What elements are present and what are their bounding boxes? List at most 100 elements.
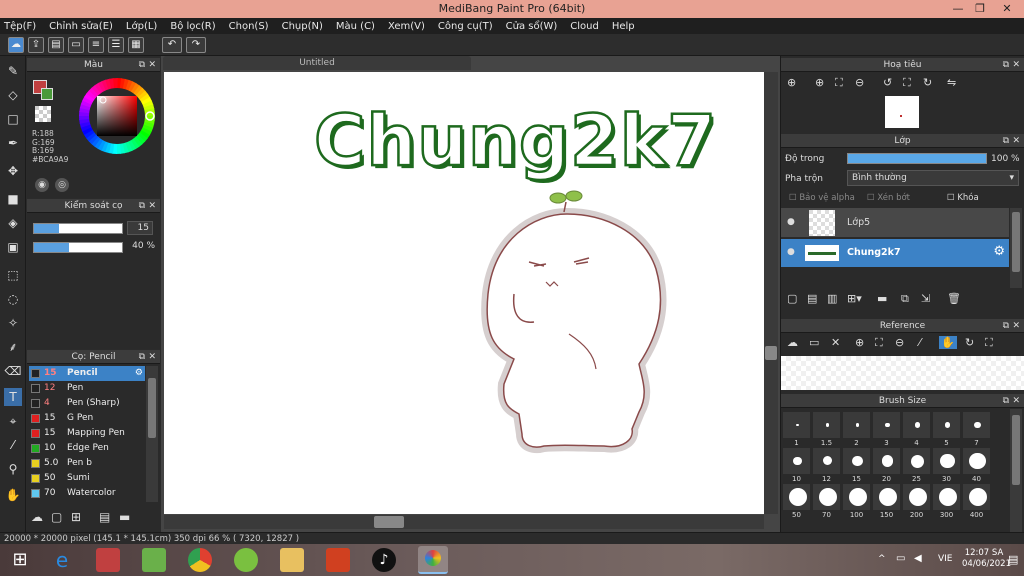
new-brush-icon[interactable]: ▢ [51,510,62,524]
transparent-swatch[interactable] [35,106,51,122]
fit-icon[interactable]: ⛶ [835,76,843,90]
gear-icon[interactable]: ⚙ [993,244,1005,259]
layers-app-icon[interactable] [142,548,166,572]
select-eraser-icon[interactable]: ⌫ [4,362,22,380]
visibility-icon[interactable]: ● [787,247,795,257]
canvas-vertical-scrollbar[interactable] [764,72,778,514]
close-panel-icon[interactable]: ✕ [1012,134,1020,148]
brush-size-cell[interactable] [962,411,991,439]
color-wheel[interactable] [75,74,159,158]
size-slider[interactable] [33,223,123,234]
select-pen-icon[interactable]: ⸙ [4,338,22,356]
brush-item[interactable]: 15 G Pen [29,411,145,426]
brush-item[interactable]: 4 Pen (Sharp) [29,396,145,411]
fit-icon[interactable]: ⛶ [875,336,883,350]
menu-window[interactable]: Cửa sổ(W) [506,21,558,32]
menu-filter[interactable]: Bộ lọc(R) [170,21,215,32]
close-panel-icon[interactable]: ✕ [148,350,156,364]
brush-size-cell[interactable] [932,411,961,439]
duplicate-icon[interactable]: ⧉ [901,292,909,306]
reset-icon[interactable]: ⛶ [985,336,993,350]
close-panel-icon[interactable]: ✕ [148,58,156,72]
reference-view[interactable] [781,356,1024,390]
cloud-icon[interactable]: ☁ [8,37,24,53]
notification-icon[interactable]: ▤ [1008,553,1018,566]
zoom-plus-icon[interactable]: ⊕ [815,76,824,89]
layer-row[interactable]: ● Lớp5 [781,208,1009,238]
merge-icon[interactable]: ⇲ [921,292,930,305]
cloud-icon[interactable]: ☁ [787,336,798,349]
medibang-taskbar-icon[interactable] [418,546,448,574]
menu-edit[interactable]: Chỉnh sửa(E) [49,21,113,32]
brush-size-cell[interactable] [812,483,841,511]
brush-size-cell[interactable] [842,447,871,475]
tray-chevron-icon[interactable]: ^ [878,554,886,564]
palette-add-icon[interactable]: ◎ [55,178,69,192]
close-panel-icon[interactable]: ✕ [1012,58,1020,72]
clipping-checkbox[interactable]: ☐ [867,193,877,203]
visibility-icon[interactable]: ● [787,217,795,227]
comment-icon[interactable]: ▤ [48,37,64,53]
doc-icon[interactable]: ≡ [88,37,104,53]
layer-opacity-slider[interactable] [847,153,987,164]
select-rect-icon[interactable]: ⬚ [4,266,22,284]
text-tool-icon[interactable]: T [4,388,22,406]
redo-icon[interactable]: ↷ [186,37,206,53]
close-panel-icon[interactable]: ✕ [148,199,156,213]
menu-color[interactable]: Màu (C) [336,21,375,32]
move-tool-icon[interactable]: ✥ [4,162,22,180]
page-icon[interactable]: ▭ [68,37,84,53]
bucket-tool-icon[interactable]: ◈ [4,214,22,232]
gear-icon[interactable]: ⚙ [135,366,143,381]
float-icon[interactable]: ⧉ [139,199,145,213]
brush-item[interactable]: 12 Pen [29,381,145,396]
shape-tool-icon[interactable]: □ [4,110,22,128]
float-icon[interactable]: ⧉ [1003,58,1009,72]
zoom-out-icon[interactable]: ⊖ [895,336,904,349]
rotate-left-icon[interactable]: ↺ [883,76,892,89]
brush-size-cell[interactable] [782,483,811,511]
opacity-slider[interactable] [33,242,123,253]
navigator-preview[interactable] [885,96,919,128]
lock-checkbox[interactable]: ☐ [947,193,957,203]
eraser-tool-icon[interactable]: ◇ [4,86,22,104]
float-icon[interactable]: ⧉ [1003,394,1009,408]
pen-tool-icon[interactable]: ✒ [4,134,22,152]
brush-item[interactable]: 5.0 Pen b [29,456,145,471]
language-indicator[interactable]: VIE [938,554,953,564]
close-icon[interactable]: ✕ [831,336,840,349]
brush-size-cell[interactable] [812,447,841,475]
hand-icon[interactable]: ✋ [939,336,957,349]
brush-size-cell[interactable] [872,483,901,511]
add-brush-icon[interactable]: ⊞ [71,510,81,524]
fill-rect-tool-icon[interactable]: ■ [4,190,22,208]
share-icon[interactable]: ⇪ [28,37,44,53]
windows-start-icon[interactable]: ⊞ [8,548,32,572]
undo-icon[interactable]: ↶ [162,37,182,53]
volume-icon[interactable]: ◀ [914,553,922,564]
new-layer-8bit-icon[interactable]: ▤ [807,292,817,305]
brush-size-cell[interactable] [842,483,871,511]
reset-icon[interactable]: ⛶ [903,76,911,90]
brush-size-cell[interactable] [932,447,961,475]
coccoc-icon[interactable] [234,548,258,572]
brush-size-cell[interactable] [962,483,991,511]
new-layer-icon[interactable]: ▢ [787,292,797,305]
rotate-right-icon[interactable]: ↻ [923,76,932,89]
grid-icon[interactable]: ▦ [128,37,144,53]
brush-size-cell[interactable] [812,411,841,439]
close-icon[interactable]: ✕ [990,0,1024,18]
brush-item[interactable]: 15 Pencil ⚙ [29,366,145,381]
tiktok-icon[interactable]: ♪ [372,548,396,572]
ie-browser-icon[interactable]: e [50,548,74,572]
zoom-in-icon[interactable]: ⊕ [855,336,864,349]
blend-select[interactable]: Bình thường ▾ [847,170,1019,186]
zoom-out-icon[interactable]: ⊖ [855,76,864,89]
float-icon[interactable]: ⧉ [1003,134,1009,148]
app-grid-icon[interactable] [96,548,120,572]
float-icon[interactable]: ⧉ [139,58,145,72]
brush-size-cell[interactable] [962,447,991,475]
close-panel-icon[interactable]: ✕ [1012,394,1020,408]
brush-size-cell[interactable] [932,483,961,511]
zoom-in-icon[interactable]: ⊕ [787,76,796,89]
